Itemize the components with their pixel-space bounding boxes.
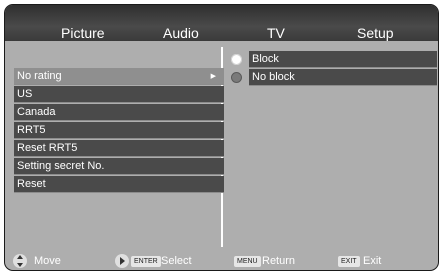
menu-item-label: Reset [17,178,46,190]
menu-item-reset-rrt5[interactable]: Reset RRT5 [14,140,224,157]
hint-select: ENTER Select [115,253,205,270]
enter-key-icon: ENTER [131,256,161,267]
right-arrow-icon [115,254,129,268]
up-down-arrows-icon [13,254,27,268]
radio-unselected-icon[interactable] [231,72,242,83]
hint-return-label: Return [262,255,296,267]
hint-move: Move [13,253,73,270]
menu-item-label: US [17,88,33,100]
tab-audio[interactable]: Audio [163,25,199,41]
hint-select-label: Select [161,255,192,267]
menu-item-reset[interactable]: Reset [14,176,224,193]
hint-move-label: Move [34,255,61,267]
menu-item-label: Setting secret No. [17,160,105,172]
tv-menu-frame: Picture Audio TV Setup No rating ▶ US Ca… [4,4,439,271]
hint-return: MENU Return [234,253,314,270]
footer-hints: Move ENTER Select MENU Return EXIT Exit [5,253,438,270]
option-no-block[interactable]: No block [229,69,437,86]
menu-item-rrt5[interactable]: RRT5 [14,122,224,139]
menu-item-label: Reset RRT5 [17,142,78,154]
option-label: No block [249,69,437,86]
tab-picture[interactable]: Picture [61,25,105,41]
hint-exit: EXIT Exit [338,253,398,270]
menu-item-label: RRT5 [17,124,46,136]
hint-exit-label: Exit [363,255,382,267]
tab-tv[interactable]: TV [267,25,285,41]
tab-setup[interactable]: Setup [357,25,394,41]
tab-bar: Picture Audio TV Setup [5,25,438,45]
menu-item-canada[interactable]: Canada [14,104,224,121]
menu-item-label: Canada [17,106,56,118]
radio-selected-icon[interactable] [231,54,242,65]
exit-key-icon: EXIT [338,256,360,267]
submenu-arrow-icon: ▶ [210,73,216,80]
option-block[interactable]: Block [229,51,437,68]
option-label: Block [249,51,437,68]
menu-item-no-rating[interactable]: No rating ▶ [14,68,224,85]
menu-item-us[interactable]: US [14,86,224,103]
menu-item-setting-secret-no[interactable]: Setting secret No. [14,158,224,175]
menu-item-label: No rating [17,70,62,82]
menu-key-icon: MENU [234,256,261,267]
